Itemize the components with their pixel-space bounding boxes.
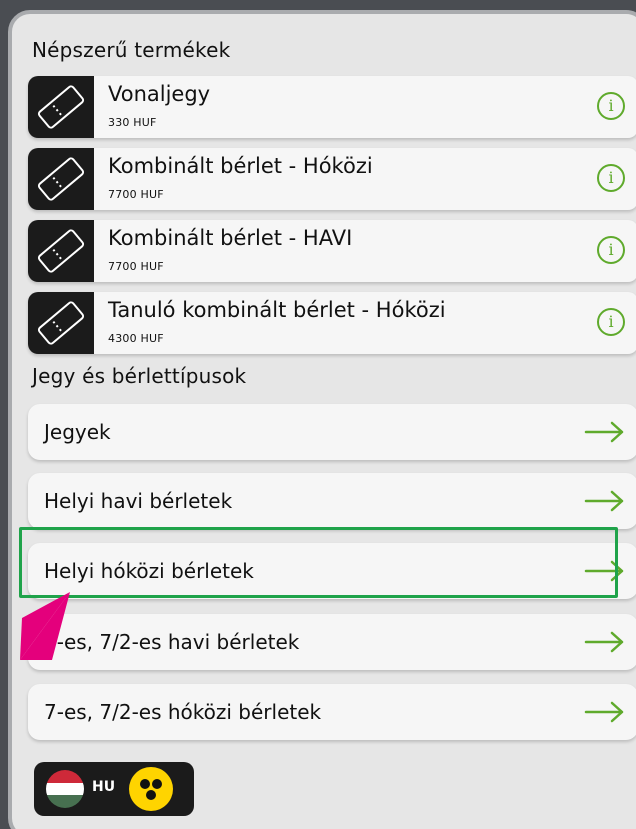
- info-icon[interactable]: i: [597, 164, 625, 192]
- language-bar[interactable]: HU: [34, 762, 194, 816]
- kiosk-screen: Népszerű termékek Vonaljegy 330 HUF i Ko…: [8, 10, 636, 829]
- ticket-icon: [28, 220, 94, 282]
- category-label: Jegyek: [44, 420, 111, 444]
- info-icon[interactable]: i: [597, 308, 625, 336]
- product-name: Vonaljegy: [108, 82, 211, 106]
- info-icon[interactable]: i: [597, 236, 625, 264]
- category-7es-hokozi[interactable]: 7-es, 7/2-es hóközi bérletek: [28, 684, 636, 740]
- product-price: 4300 HUF: [108, 332, 164, 345]
- product-price: 7700 HUF: [108, 260, 164, 273]
- pointer-arrow-icon: [20, 592, 70, 660]
- product-kombinalt-hokozi[interactable]: Kombinált bérlet - Hóközi 7700 HUF i: [28, 148, 636, 210]
- arrow-right-icon: [584, 701, 624, 723]
- product-price: 330 HUF: [108, 116, 157, 129]
- category-7es-havi[interactable]: 7-es, 7/2-es havi bérletek: [28, 614, 636, 670]
- ticket-icon: [28, 292, 94, 354]
- language-code[interactable]: HU: [92, 779, 115, 795]
- hungarian-flag-icon[interactable]: [46, 770, 84, 808]
- arrow-right-icon: [584, 421, 624, 443]
- category-helyi-havi[interactable]: Helyi havi bérletek: [28, 473, 636, 529]
- product-name: Kombinált bérlet - Hóközi: [108, 154, 373, 178]
- popular-products-title: Népszerű termékek: [32, 38, 231, 62]
- product-price: 7700 HUF: [108, 188, 164, 201]
- accessibility-icon[interactable]: [129, 767, 173, 811]
- ticket-icon: [28, 148, 94, 210]
- product-kombinalt-havi[interactable]: Kombinált bérlet - HAVI 7700 HUF i: [28, 220, 636, 282]
- category-label: Helyi havi bérletek: [44, 489, 233, 513]
- ticket-types-title: Jegy és bérlettípusok: [32, 364, 247, 388]
- product-tanulo-kombinalt-hokozi[interactable]: Tanuló kombinált bérlet - Hóközi 4300 HU…: [28, 292, 636, 354]
- product-vonaljegy[interactable]: Vonaljegy 330 HUF i: [28, 76, 636, 138]
- ticket-icon: [28, 76, 94, 138]
- info-icon[interactable]: i: [597, 92, 625, 120]
- selection-highlight: [19, 527, 618, 598]
- category-jegyek[interactable]: Jegyek: [28, 404, 636, 460]
- arrow-right-icon: [584, 490, 624, 512]
- category-label: 7-es, 7/2-es hóközi bérletek: [44, 700, 322, 724]
- product-name: Tanuló kombinált bérlet - Hóközi: [108, 298, 446, 322]
- arrow-right-icon: [584, 631, 624, 653]
- product-name: Kombinált bérlet - HAVI: [108, 226, 353, 250]
